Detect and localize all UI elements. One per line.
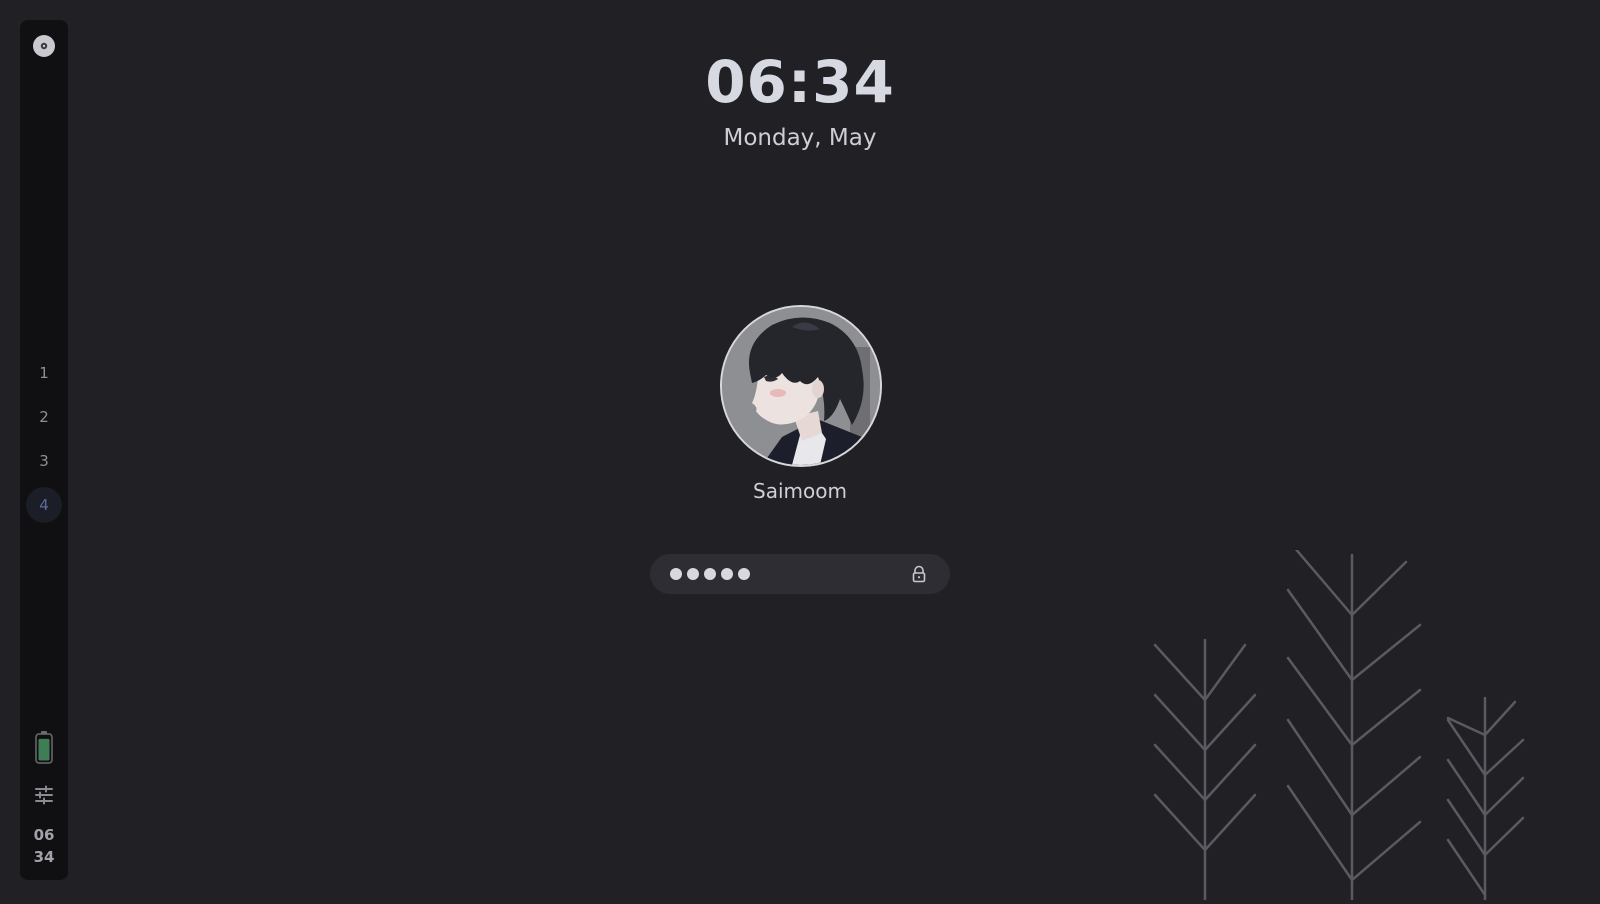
battery-icon[interactable] — [34, 730, 54, 764]
sidebar-clock-minute: 34 — [33, 848, 55, 866]
password-dot — [670, 568, 682, 580]
lock-icon — [910, 565, 928, 583]
workspace-2-button[interactable]: 2 — [26, 399, 62, 435]
tune-icon[interactable] — [34, 785, 54, 805]
password-dot — [721, 568, 733, 580]
lockscreen-date: Monday, May — [723, 125, 877, 151]
lockscreen-clock: 06:34 — [705, 48, 895, 116]
password-dot — [738, 568, 750, 580]
username-label: Saimoom — [753, 479, 847, 503]
password-dot — [704, 568, 716, 580]
workspace-1-button[interactable]: 1 — [26, 355, 62, 391]
password-field[interactable] — [650, 554, 950, 594]
password-mask — [670, 568, 750, 580]
workspace-3-button[interactable]: 3 — [26, 443, 62, 479]
password-dot — [687, 568, 699, 580]
sidebar-clock-hour: 06 — [33, 826, 55, 844]
user-avatar — [720, 305, 882, 467]
tree-decoration — [1130, 538, 1550, 902]
